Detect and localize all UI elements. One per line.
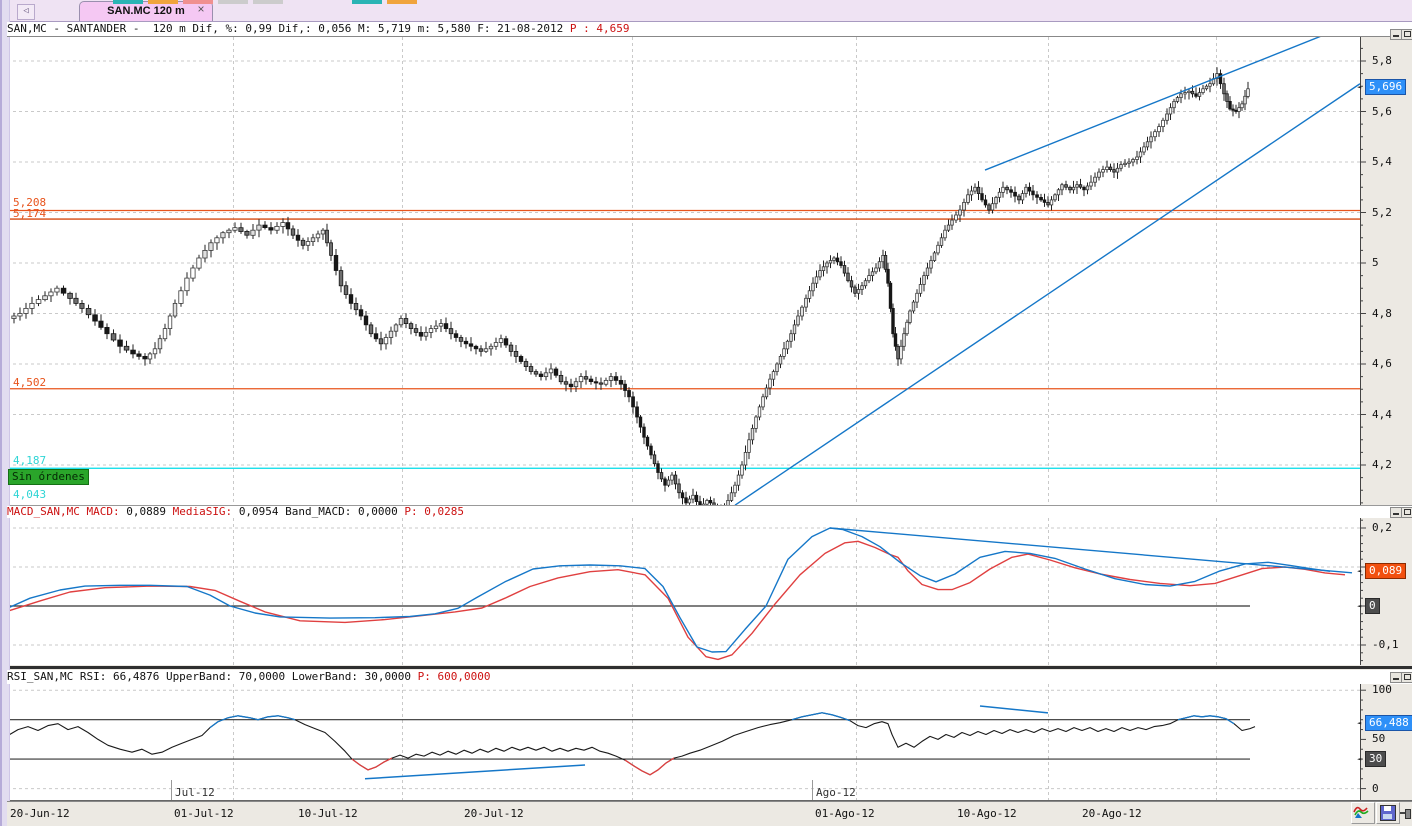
macd-header-seg-0: MACD_SAN,MC MACD: bbox=[7, 506, 127, 518]
background-tab-fragment bbox=[218, 0, 248, 4]
macd-header-seg-2: MediaSIG: bbox=[172, 506, 239, 518]
window-left-border bbox=[0, 0, 10, 826]
symbol-header: SAN,MC - SANTANDER - 120 m Dif, %: 0,99 … bbox=[7, 22, 1412, 37]
rsi-header-price: P: 600,0000 bbox=[417, 670, 491, 683]
tab-bar: ◁ SAN.MC 120 m × bbox=[7, 0, 1412, 22]
save-button[interactable] bbox=[1376, 802, 1400, 824]
macd-header: MACD_SAN,MC MACD: 0,0889 MediaSIG: 0,095… bbox=[7, 506, 1412, 518]
time-axis-strip bbox=[7, 801, 1412, 826]
macd-header-seg-5: P: 0,0285 bbox=[404, 506, 464, 518]
background-tab-fragment bbox=[253, 0, 283, 4]
chart-canvas[interactable] bbox=[0, 0, 1412, 826]
save-floppy-icon bbox=[1380, 805, 1396, 821]
rsi-header-text: RSI_SAN,MC RSI: 66,4876 UpperBand: 70,00… bbox=[7, 670, 418, 683]
symbol-header-text: SAN,MC - SANTANDER - 120 m Dif, %: 0,99 … bbox=[7, 22, 570, 35]
background-tab-fragment bbox=[387, 0, 417, 4]
background-tab-fragment bbox=[113, 0, 143, 4]
background-tab-fragment bbox=[352, 0, 382, 4]
push-pin-icon[interactable] bbox=[1400, 806, 1412, 820]
close-icon[interactable]: × bbox=[195, 3, 207, 16]
rsi-header: RSI_SAN,MC RSI: 66,4876 UpperBand: 70,00… bbox=[7, 670, 1412, 684]
tab-san-mc-120m[interactable]: SAN.MC 120 m × bbox=[79, 1, 213, 21]
macd-pane-maximize-button[interactable] bbox=[1401, 507, 1412, 518]
tab-label: SAN.MC 120 m bbox=[107, 5, 185, 17]
trading-app-window: ◁ SAN.MC 120 m × SAN,MC - SANTANDER - 12… bbox=[0, 0, 1412, 826]
price-pane-maximize-button[interactable] bbox=[1401, 29, 1412, 40]
refresh-chart-button[interactable] bbox=[1351, 802, 1375, 824]
macd-header-seg-1: 0,0889 bbox=[126, 506, 173, 518]
background-tab-fragment bbox=[183, 0, 213, 4]
symbol-header-price: P : 4,659 bbox=[569, 22, 630, 35]
rsi-pane-maximize-button[interactable] bbox=[1401, 672, 1412, 683]
macd-header-seg-3: 0,0954 bbox=[238, 506, 286, 518]
chart-refresh-icon bbox=[1353, 806, 1369, 818]
macd-header-seg-4: Band_MACD: 0,0000 bbox=[285, 506, 405, 518]
background-tab-fragment bbox=[148, 0, 178, 4]
tab-nav-left-icon[interactable]: ◁ bbox=[17, 4, 35, 20]
